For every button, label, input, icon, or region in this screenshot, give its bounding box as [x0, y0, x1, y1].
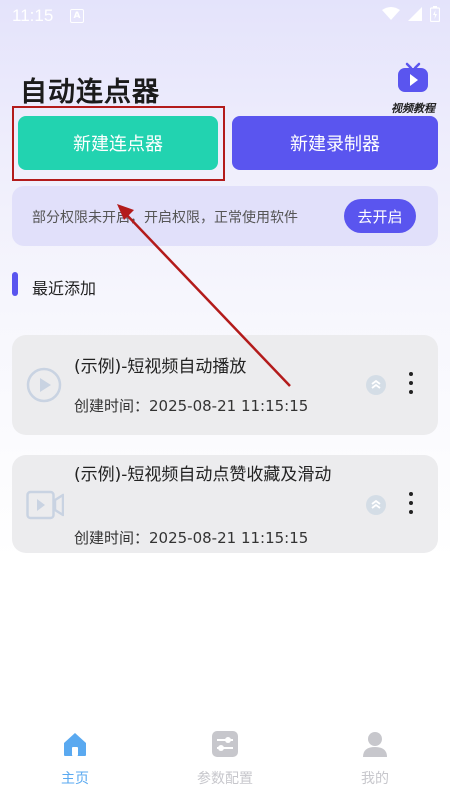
status-bar: 11:15 A [0, 0, 450, 32]
nav-home-label: 主页 [61, 771, 89, 787]
list-item[interactable]: (示例)-短视频自动点赞收藏及滑动 创建时间：2025-08-21 11:15:… [12, 455, 438, 553]
list-item-created-time: 创建时间：2025-08-21 11:15:15 [74, 529, 309, 547]
nav-params[interactable]: 参数配置 [150, 730, 300, 788]
play-circle-icon [26, 367, 62, 403]
type-badge-icon [366, 375, 386, 395]
nav-params-label: 参数配置 [197, 771, 253, 787]
list-item-title: (示例)-短视频自动点赞收藏及滑动 [74, 465, 332, 485]
sliders-icon [212, 731, 238, 757]
page-title: 自动连点器 [20, 77, 160, 108]
permission-message: 部分权限未开启，开启权限，正常使用软件 [32, 210, 298, 226]
status-time: 11:15 [12, 6, 54, 25]
list-item[interactable]: (示例)-短视频自动播放 创建时间：2025-08-21 11:15:15 [12, 335, 438, 435]
video-tutorial-label: 视频教程 [391, 102, 435, 115]
wifi-icon [382, 7, 400, 20]
recent-section-title: 最近添加 [32, 279, 97, 298]
more-options-icon[interactable] [406, 492, 416, 518]
nav-mine[interactable]: 我的 [300, 730, 450, 788]
user-icon [363, 732, 387, 757]
battery-icon [430, 6, 440, 22]
notification-a-icon: A [70, 9, 84, 23]
type-badge-icon [366, 495, 386, 515]
section-accent-bar [12, 272, 18, 296]
annotation-highlight-box [12, 106, 225, 181]
video-tutorial-button[interactable]: 视频教程 [388, 62, 438, 116]
video-camera-icon [26, 490, 64, 520]
tv-play-icon [398, 62, 428, 92]
home-icon [64, 733, 86, 756]
bottom-nav: 主页 参数配置 我的 [0, 730, 450, 801]
permission-banner: 部分权限未开启，开启权限，正常使用软件 去开启 [12, 186, 438, 246]
nav-mine-label: 我的 [361, 771, 389, 787]
more-options-icon[interactable] [406, 372, 416, 398]
list-item-title: (示例)-短视频自动播放 [74, 357, 247, 377]
status-icons [382, 6, 440, 22]
nav-home[interactable]: 主页 [0, 730, 150, 788]
enable-permission-button[interactable]: 去开启 [344, 199, 416, 233]
new-recorder-button[interactable]: 新建录制器 [232, 116, 438, 170]
signal-icon [408, 7, 422, 21]
list-item-created-time: 创建时间：2025-08-21 11:15:15 [74, 397, 309, 415]
